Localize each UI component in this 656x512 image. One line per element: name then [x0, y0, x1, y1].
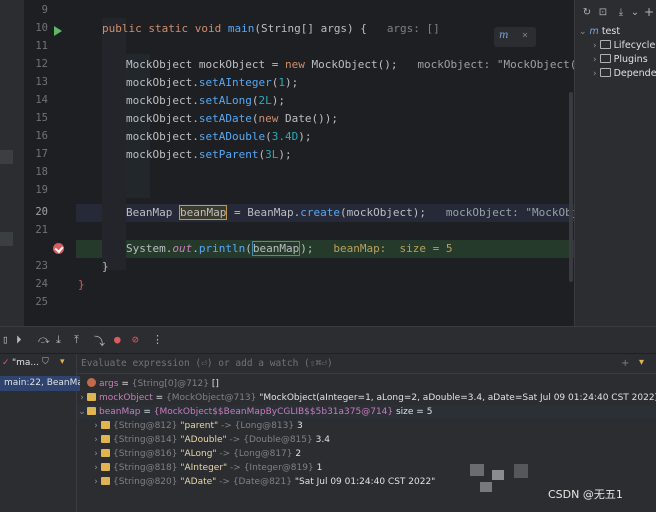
code-line-13: mockObject.setAInteger(1);: [126, 76, 299, 89]
ai-assist-icon[interactable]: m: [499, 30, 508, 41]
expand-icon[interactable]: ›: [91, 461, 101, 475]
stop-icon[interactable]: ▯: [2, 333, 9, 346]
variable-row-mockobject[interactable]: › mockObject = {MockObject@713} "MockObje…: [77, 391, 656, 405]
watermark-text: CSDN @无五1: [548, 488, 623, 501]
mute-breakpoints-icon[interactable]: ⊘: [132, 333, 139, 346]
tree-item-lifecycle[interactable]: › Lifecycle: [593, 40, 655, 51]
frame-filter[interactable]: "ma...: [12, 358, 39, 368]
parameter-icon: [87, 378, 96, 387]
more-icon[interactable]: ⋮: [152, 333, 163, 346]
line-number: 15: [35, 112, 48, 124]
code-line-16: mockObject.setADouble(3.4D);: [126, 130, 312, 143]
view-breakpoints-icon[interactable]: ●: [114, 333, 121, 346]
thread-icon: ✓: [2, 358, 10, 368]
var-beanmap-ref[interactable]: beanMap: [251, 241, 301, 256]
tree-item-plugins[interactable]: › Plugins: [593, 54, 648, 65]
step-out-icon[interactable]: ⤒: [74, 333, 79, 347]
field-icon: [87, 407, 96, 415]
entry-icon: [101, 421, 110, 429]
code-line-23: }: [102, 260, 109, 273]
entry-icon: [101, 449, 110, 457]
expand-icon[interactable]: ›: [91, 447, 101, 461]
line-number: 10: [35, 22, 48, 34]
variable-row-args[interactable]: args = {String[0]@712} []: [77, 377, 656, 391]
run-main-icon[interactable]: [54, 26, 62, 36]
folder-icon: [599, 54, 611, 63]
editor-scrollbar[interactable]: [569, 92, 573, 282]
breakpoint-icon[interactable]: [53, 243, 64, 254]
line-number: 12: [35, 58, 48, 70]
add-icon[interactable]: +: [643, 5, 655, 19]
line-number: 11: [35, 40, 48, 52]
expand-icon[interactable]: ›: [91, 433, 101, 447]
line-number: 19: [35, 184, 48, 196]
code-line-17: mockObject.setParent(3L);: [126, 148, 292, 161]
line-number: 24: [35, 278, 48, 290]
strip-marker: [0, 232, 13, 246]
dropdown-icon[interactable]: ▾: [60, 357, 65, 367]
resume-icon[interactable]: ⏵: [16, 333, 22, 347]
run-to-cursor-icon[interactable]: ⤵: [94, 333, 105, 349]
line-number-current: 20: [35, 206, 48, 218]
map-entry-row[interactable]: › {String@812} "parent" -> {Long@813} 3: [91, 419, 656, 433]
chevron-down-icon[interactable]: ⌄: [629, 7, 641, 19]
left-tool-strip: [0, 0, 24, 326]
code-line-12: MockObject mockObject = new MockObject()…: [126, 58, 574, 71]
field-icon: [87, 393, 96, 401]
step-into-icon[interactable]: ⤓: [56, 333, 61, 347]
tree-item-dependencies[interactable]: › Depende: [593, 68, 656, 79]
code-line-20: BeanMap beanMap = BeanMap.create(mockObj…: [126, 205, 574, 220]
code-line-24: }: [78, 278, 85, 291]
step-over-icon[interactable]: ⤼: [38, 333, 50, 347]
code-editor[interactable]: public static void main(String[] args) {…: [76, 0, 574, 326]
code-line-14: mockObject.setALong(2L);: [126, 94, 285, 107]
entry-icon: [101, 463, 110, 471]
close-icon[interactable]: ×: [522, 30, 528, 41]
download-icon[interactable]: ⤓: [615, 7, 627, 19]
map-entry-row[interactable]: › {String@814} "ADouble" -> {Double@815} …: [91, 433, 656, 447]
strip-marker: [0, 150, 13, 164]
editor-gutter[interactable]: 9 10 11 12 13 14 15 16 17 18 19 20 21 23…: [24, 0, 76, 326]
line-number: 25: [35, 296, 48, 308]
frame-item-selected[interactable]: main:22, BeanMa: [0, 376, 80, 391]
tree-root[interactable]: ⌄ m test: [579, 26, 620, 37]
line-number: 18: [35, 166, 48, 178]
frames-pane: ✓ "ma... ⛉ ▾ main:22, BeanMa: [0, 354, 80, 512]
line-number: 9: [41, 4, 48, 16]
frames-header: ✓ "ma... ⛉ ▾: [0, 354, 76, 374]
folder-sync-icon[interactable]: ⊡: [597, 7, 609, 19]
line-number: 21: [35, 224, 48, 236]
indent-guide: [102, 18, 126, 270]
var-beanmap-highlight[interactable]: beanMap: [178, 205, 228, 220]
map-entry-row[interactable]: › {String@816} "ALong" -> {Long@817} 2: [91, 447, 656, 461]
expand-icon[interactable]: ›: [91, 475, 101, 489]
evaluate-expression-input[interactable]: Evaluate expression (⏎) or add a watch (…: [77, 354, 656, 374]
blurred-region: [470, 464, 560, 496]
line-number: 14: [35, 94, 48, 106]
entry-icon: [101, 477, 110, 485]
maven-project-pane: ↻ ⊡ ⤓ ⌄ + ⌄ m test › Lifecycle › Plugins › De…: [574, 0, 656, 326]
entry-icon: [101, 435, 110, 443]
folder-icon: [599, 40, 611, 49]
variable-row-beanmap[interactable]: ⌄ beanMap = {MockObject$$BeanMapByCGLIB$$…: [77, 405, 656, 419]
add-watch-icon[interactable]: +: [621, 358, 629, 369]
code-line-10: public static void main(String[] args) {…: [102, 22, 440, 35]
line-number: 13: [35, 76, 48, 88]
code-line-15: mockObject.setADate(new Date());: [126, 112, 338, 125]
refresh-icon[interactable]: ↻: [581, 7, 593, 19]
maven-module-icon: m: [589, 26, 599, 37]
collapse-icon[interactable]: ⌄: [77, 405, 87, 419]
debug-toolbar: ▯ ⏵ ⤼ ⤓ ⤒ ⤵ ● ⊘ ⋮: [0, 327, 656, 354]
folder-icon: [599, 68, 611, 77]
dropdown-icon[interactable]: ▾: [639, 357, 644, 368]
expand-icon[interactable]: ›: [91, 419, 101, 433]
filter-icon[interactable]: ⛉: [42, 357, 49, 367]
line-number: 16: [35, 130, 48, 142]
code-line-22: System.out.println(beanMap); beanMap: si…: [126, 241, 453, 256]
line-number: 23: [35, 260, 48, 272]
map-entry-row[interactable]: › {String@818} "AInteger" -> {Integer@819…: [91, 461, 656, 475]
line-number: 17: [35, 148, 48, 160]
expand-icon[interactable]: ›: [77, 391, 87, 405]
inlay-hint-popup[interactable]: m ×: [494, 27, 536, 47]
